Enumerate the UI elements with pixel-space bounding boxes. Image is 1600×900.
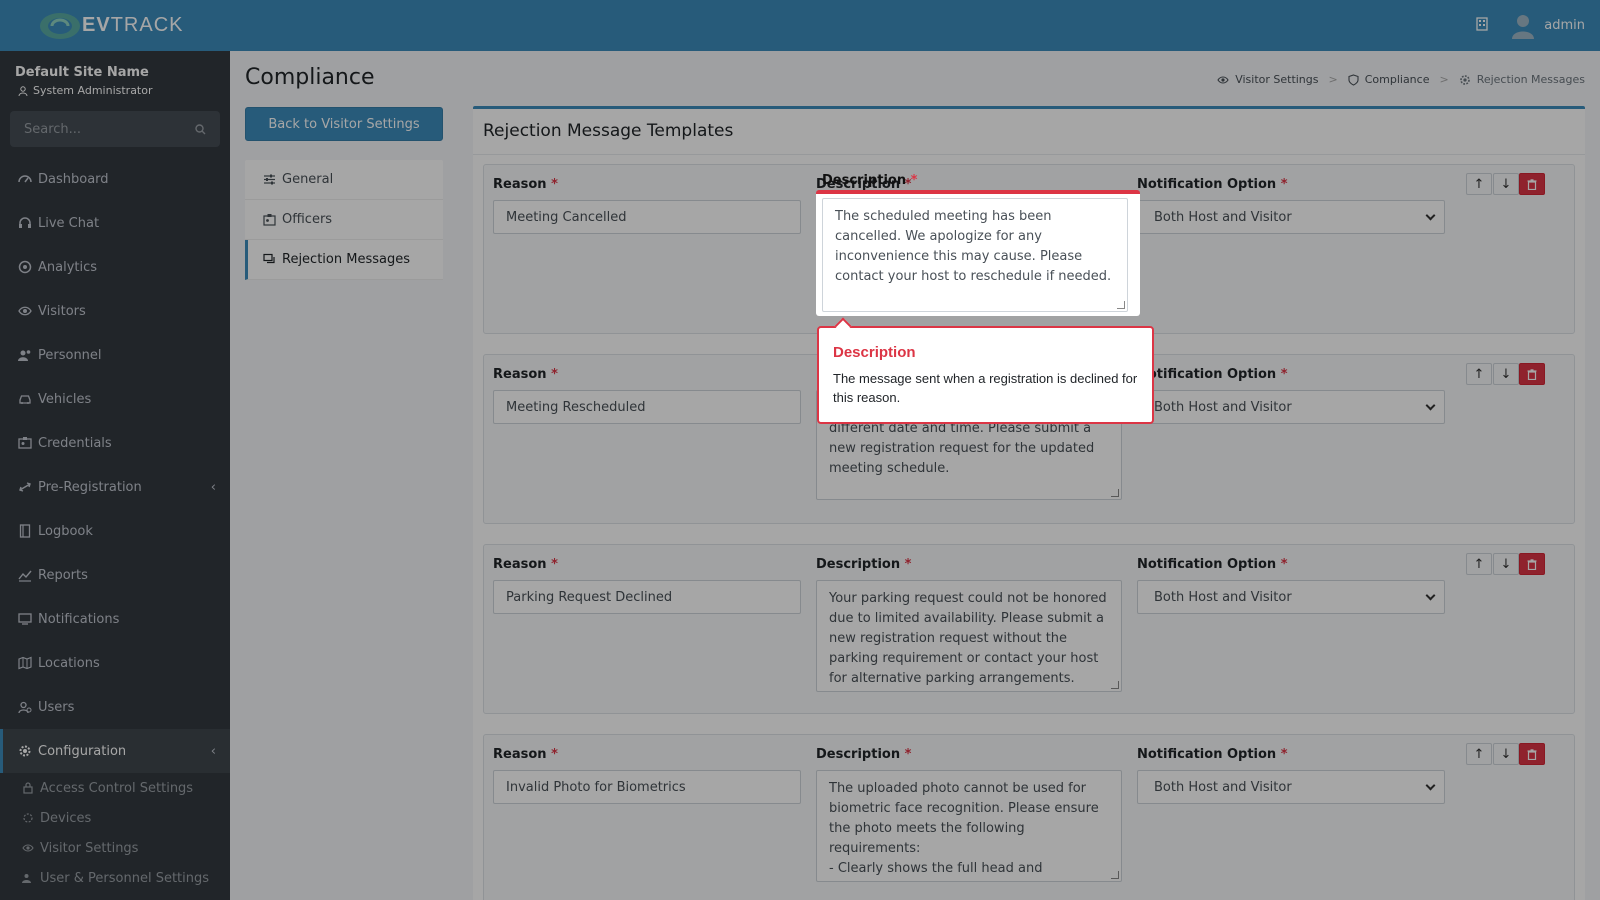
description-textarea[interactable]: The scheduled meeting has been cancelled…	[822, 198, 1128, 312]
description-text: The scheduled meeting has been cancelled…	[835, 209, 1112, 284]
description-label: Description *	[822, 173, 918, 188]
resize-handle-icon[interactable]	[1117, 301, 1125, 309]
tooltip-title: Description	[833, 344, 916, 361]
tour-tooltip: Description The message sent when a regi…	[817, 317, 1154, 424]
tour-overlay[interactable]	[0, 0, 1600, 900]
tooltip-body: The message sent when a registration is …	[833, 371, 1138, 405]
tour-highlight: The scheduled meeting has been cancelled…	[816, 190, 1140, 316]
